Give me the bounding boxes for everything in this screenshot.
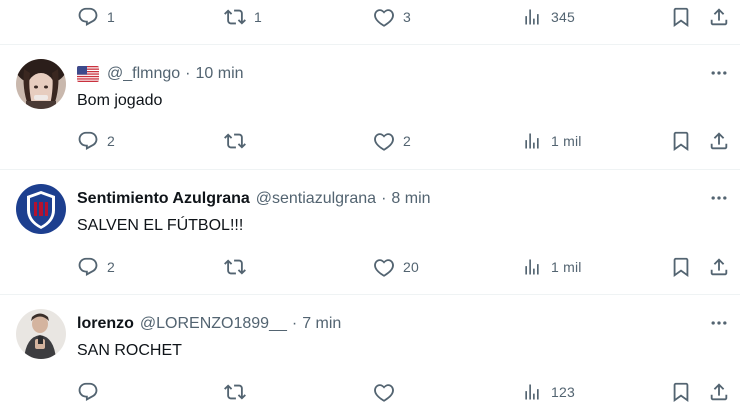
action-bar: 2 20 1 mil xyxy=(0,252,740,282)
views-count: 345 xyxy=(551,9,575,25)
more-icon xyxy=(709,313,729,333)
user-handle[interactable]: @sentiazulgrana xyxy=(256,190,376,208)
tweet[interactable]: lorenzo @LORENZO1899__ · 7 min SAN ROCHE… xyxy=(0,295,740,416)
action-bar-top: 1 1 3 345 xyxy=(0,2,740,32)
more-icon xyxy=(709,63,729,83)
user-handle[interactable]: @LORENZO1899__ xyxy=(140,315,287,333)
retweet-icon xyxy=(224,381,246,403)
bar-chart-icon xyxy=(522,382,542,402)
heart-icon xyxy=(373,381,395,403)
avatar[interactable] xyxy=(16,309,66,359)
retweet-count: 1 xyxy=(254,9,262,25)
tweet-text: Bom jogado xyxy=(77,92,163,109)
reply-button[interactable]: 1 xyxy=(77,2,115,32)
bookmark-icon xyxy=(670,256,692,278)
more-icon xyxy=(709,188,729,208)
reply-count: 2 xyxy=(107,259,115,275)
views-button[interactable]: 1 mil xyxy=(522,252,582,282)
more-button[interactable] xyxy=(708,62,730,84)
share-button[interactable] xyxy=(708,2,730,32)
us-flag-icon xyxy=(77,66,99,82)
action-bar: 123 xyxy=(0,377,740,407)
avatar[interactable] xyxy=(16,59,66,109)
retweet-icon xyxy=(224,256,246,278)
heart-icon xyxy=(373,6,395,28)
views-count: 1 mil xyxy=(551,259,582,275)
bar-chart-icon xyxy=(522,257,542,277)
tweet-text: SAN ROCHET xyxy=(77,342,182,359)
share-icon xyxy=(708,256,730,278)
tweet-text: SALVEN EL FÚTBOL!!! xyxy=(77,217,244,234)
like-count: 3 xyxy=(403,9,411,25)
bookmark-icon xyxy=(670,130,692,152)
reply-button[interactable] xyxy=(77,377,107,407)
reply-icon xyxy=(77,256,99,278)
reply-count: 1 xyxy=(107,9,115,25)
like-button[interactable] xyxy=(373,377,403,407)
views-button[interactable]: 123 xyxy=(522,377,575,407)
tweet[interactable]: Sentimiento Azulgrana @sentiazulgrana · … xyxy=(0,170,740,294)
timestamp[interactable]: 7 min xyxy=(302,315,341,333)
share-button[interactable] xyxy=(708,252,730,282)
reply-icon xyxy=(77,381,99,403)
share-button[interactable] xyxy=(708,377,730,407)
like-button[interactable]: 2 xyxy=(373,126,411,156)
reply-button[interactable]: 2 xyxy=(77,126,115,156)
views-button[interactable]: 345 xyxy=(522,2,575,32)
retweet-icon xyxy=(224,6,246,28)
share-icon xyxy=(708,130,730,152)
bar-chart-icon xyxy=(522,131,542,151)
separator: · xyxy=(381,190,387,207)
display-name[interactable]: Sentimiento Azulgrana xyxy=(77,190,250,208)
views-count: 1 mil xyxy=(551,133,582,149)
avatar[interactable] xyxy=(16,184,66,234)
share-icon xyxy=(708,381,730,403)
bookmark-icon xyxy=(670,6,692,28)
bookmark-button[interactable] xyxy=(670,126,692,156)
like-count: 20 xyxy=(403,259,419,275)
bookmark-icon xyxy=(670,381,692,403)
like-button[interactable]: 3 xyxy=(373,2,411,32)
retweet-button[interactable] xyxy=(224,377,254,407)
more-button[interactable] xyxy=(708,187,730,209)
reply-count: 2 xyxy=(107,133,115,149)
heart-icon xyxy=(373,130,395,152)
retweet-icon xyxy=(224,130,246,152)
timestamp[interactable]: 8 min xyxy=(391,190,430,208)
reply-icon xyxy=(77,6,99,28)
tweet-header: lorenzo @LORENZO1899__ · 7 min xyxy=(77,314,341,334)
bookmark-button[interactable] xyxy=(670,2,692,32)
retweet-button[interactable] xyxy=(224,126,254,156)
like-count: 2 xyxy=(403,133,411,149)
retweet-button[interactable] xyxy=(224,252,254,282)
reply-button[interactable]: 2 xyxy=(77,252,115,282)
share-button[interactable] xyxy=(708,126,730,156)
tweet-header: @_flmngo · 10 min xyxy=(77,64,244,84)
bar-chart-icon xyxy=(522,7,542,27)
tweet-header: Sentimiento Azulgrana @sentiazulgrana · … xyxy=(77,189,431,209)
separator: · xyxy=(185,65,191,82)
share-icon xyxy=(708,6,730,28)
bookmark-button[interactable] xyxy=(670,377,692,407)
reply-icon xyxy=(77,130,99,152)
more-button[interactable] xyxy=(708,312,730,334)
user-handle[interactable]: @_flmngo xyxy=(107,65,180,83)
views-count: 123 xyxy=(551,384,575,400)
bookmark-button[interactable] xyxy=(670,252,692,282)
tweet[interactable]: @_flmngo · 10 min Bom jogado 2 2 1 mil xyxy=(0,45,740,169)
separator: · xyxy=(291,315,298,332)
heart-icon xyxy=(373,256,395,278)
views-button[interactable]: 1 mil xyxy=(522,126,582,156)
action-bar: 2 2 1 mil xyxy=(0,126,740,156)
display-name[interactable]: lorenzo xyxy=(77,315,134,333)
retweet-button[interactable]: 1 xyxy=(224,2,262,32)
timestamp[interactable]: 10 min xyxy=(196,65,244,83)
like-button[interactable]: 20 xyxy=(373,252,419,282)
